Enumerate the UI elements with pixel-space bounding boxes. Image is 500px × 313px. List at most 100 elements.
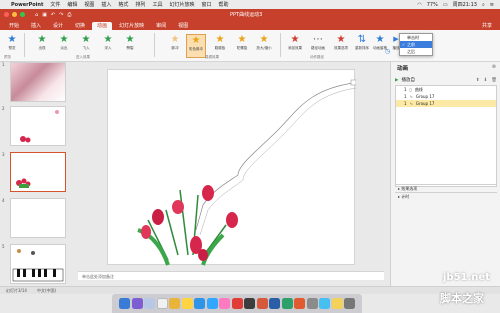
pdf-icon[interactable]	[231, 298, 243, 309]
effect-appear[interactable]: ★ 出现	[32, 34, 52, 51]
print-icon[interactable]: ⎙	[67, 12, 71, 18]
undo-icon[interactable]: ↶	[51, 12, 55, 18]
app-cyan-icon[interactable]	[319, 298, 330, 309]
app-name[interactable]: PowerPoint	[11, 2, 43, 8]
menu-help[interactable]: 帮助	[218, 1, 228, 8]
tab-design[interactable]: 设计	[48, 22, 68, 30]
tab-slideshow[interactable]: 幻灯片放映	[114, 22, 149, 30]
menu-arrange[interactable]: 排列	[135, 1, 145, 8]
effect-color-pulse[interactable]: ★ 彩色脉冲	[186, 34, 206, 58]
battery-percent[interactable]: 77%	[427, 2, 438, 8]
effect-pulse[interactable]: ★ 脉冲	[165, 34, 185, 51]
tulip-bouquet[interactable]	[137, 185, 238, 266]
slide-thumb-4[interactable]	[10, 198, 66, 238]
menu-tools[interactable]: 工具	[152, 1, 162, 8]
tab-insert[interactable]: 插入	[26, 22, 46, 30]
menu-list-icon[interactable]: ≡	[490, 2, 494, 8]
app-pink-icon[interactable]	[219, 298, 230, 309]
app-yellow-icon[interactable]	[331, 298, 343, 309]
qq-icon[interactable]	[181, 298, 193, 309]
menu-insert[interactable]: 插入	[101, 1, 111, 8]
close-window-button[interactable]	[4, 12, 9, 17]
dropdown-item-with-previous[interactable]: 之前	[400, 41, 432, 48]
anim-item-3[interactable]: 1 ∿ Group 17	[396, 100, 496, 107]
notes-field[interactable]: 单击此处添加备注	[78, 271, 384, 280]
effect-options-button[interactable]: ★ 效果选项	[331, 34, 351, 51]
menu-edit[interactable]: 编辑	[67, 1, 77, 8]
motion-path-small-icon: ∿	[409, 94, 413, 99]
share-button[interactable]: 共享	[482, 22, 492, 30]
safari-icon[interactable]	[156, 298, 168, 309]
trash-icon[interactable]	[344, 298, 355, 309]
siri-icon[interactable]	[131, 298, 143, 309]
tab-transitions[interactable]: 切换	[70, 22, 90, 30]
effect-grow-shrink[interactable]: ★ 放大/缩小	[254, 34, 274, 51]
effect-split[interactable]: ★ 劈裂	[120, 34, 140, 51]
menu-file[interactable]: 文件	[50, 1, 60, 8]
slide-thumb-1[interactable]	[10, 62, 66, 102]
slide-thumb-3[interactable]	[10, 152, 66, 192]
appstore-icon[interactable]	[194, 298, 205, 309]
powerpoint-icon[interactable]	[256, 298, 268, 309]
language-status[interactable]: 中文(中国)	[37, 288, 56, 294]
app-gray-icon[interactable]	[306, 298, 318, 309]
chrome-icon[interactable]	[169, 298, 180, 309]
play-from-icon[interactable]: ▶	[395, 78, 398, 83]
home-icon[interactable]: ⌂	[35, 12, 38, 18]
effect-float-in[interactable]: ★ 浮入	[98, 34, 118, 51]
current-slide[interactable]	[107, 69, 379, 266]
move-down-icon[interactable]: ⬇	[484, 78, 488, 83]
zoom-window-button[interactable]	[20, 12, 25, 17]
menu-format[interactable]: 格式	[118, 1, 128, 8]
preview-button[interactable]: ★ 预览	[2, 34, 22, 51]
clock[interactable]: 周四21:13	[453, 1, 477, 8]
close-pane-icon[interactable]: ⊗	[492, 64, 496, 70]
tab-animations[interactable]: 动画	[92, 22, 113, 30]
slide-thumb-2[interactable]	[10, 106, 66, 146]
finder-icon[interactable]	[119, 298, 130, 309]
effect-fade[interactable]: ★ 淡出	[54, 34, 74, 51]
path-handle-icon[interactable]	[350, 79, 357, 86]
pulse-star-icon: ★	[170, 34, 180, 45]
tab-review[interactable]: 审阅	[151, 22, 171, 30]
start-dropdown[interactable]: 单击时 之前 之后	[399, 33, 433, 56]
delete-icon[interactable]: 🗑	[491, 78, 497, 83]
slide-thumb-5[interactable]	[10, 244, 66, 284]
word-icon[interactable]	[269, 298, 280, 309]
move-up-icon[interactable]: ⬆	[476, 78, 480, 83]
ribbon-separator	[280, 33, 281, 57]
add-effect-button[interactable]: ★ 添加效果	[285, 34, 305, 51]
animation-pane: 动画 ⊗ ▶ 播放自 ⬆ ⬇ 🗑 1 ▯ 曲线 1 ∿ Group 17 1 ∿…	[390, 62, 500, 294]
grow-shrink-star-icon: ★	[259, 34, 269, 45]
search-icon[interactable]: ⌕	[482, 2, 485, 8]
effect-spin[interactable]: ★ 陀螺旋	[232, 34, 252, 51]
dropdown-item-after-previous[interactable]: 之后	[400, 48, 432, 55]
save-icon[interactable]: ▣	[42, 12, 47, 18]
play-from-label[interactable]: 播放自	[401, 77, 415, 83]
dropdown-item-on-click[interactable]: 单击时	[400, 34, 432, 41]
effect-options-section[interactable]: ▸ 效果选项	[395, 184, 497, 191]
mouse-click-icon: ▯	[409, 87, 412, 92]
anim-item-1[interactable]: 1 ▯ 曲线	[396, 86, 496, 93]
reorder-button[interactable]: ⇅ 重新排序	[352, 34, 372, 51]
effect-fly-in[interactable]: ★ 飞入	[76, 34, 96, 51]
tab-home[interactable]: 开始	[4, 22, 24, 30]
excel-icon[interactable]	[281, 298, 293, 309]
menu-window[interactable]: 窗口	[201, 1, 211, 8]
path-animation-button[interactable]: ⋯ 路径动画	[308, 34, 328, 51]
tab-view[interactable]: 视图	[173, 22, 193, 30]
timing-section[interactable]: ▸ 计时	[395, 192, 497, 199]
app-orange-icon[interactable]	[294, 298, 305, 309]
menu-slideshow[interactable]: 幻灯片放映	[169, 1, 194, 8]
wifi-icon[interactable]: ◠	[417, 2, 421, 8]
photoshop-icon[interactable]	[206, 298, 218, 309]
slide-counter: 幻灯片3/14	[6, 287, 27, 293]
menu-view[interactable]: 视图	[84, 1, 94, 8]
motion-path[interactable]	[195, 82, 354, 231]
effect-teeter[interactable]: ★ 跷跷板	[210, 34, 230, 51]
launchpad-icon[interactable]	[144, 298, 155, 309]
minimize-window-button[interactable]	[12, 12, 17, 17]
anim-item-2[interactable]: 1 ∿ Group 17	[396, 93, 496, 100]
redo-icon[interactable]: ↷	[59, 12, 63, 18]
app-dark-icon[interactable]	[244, 298, 255, 309]
